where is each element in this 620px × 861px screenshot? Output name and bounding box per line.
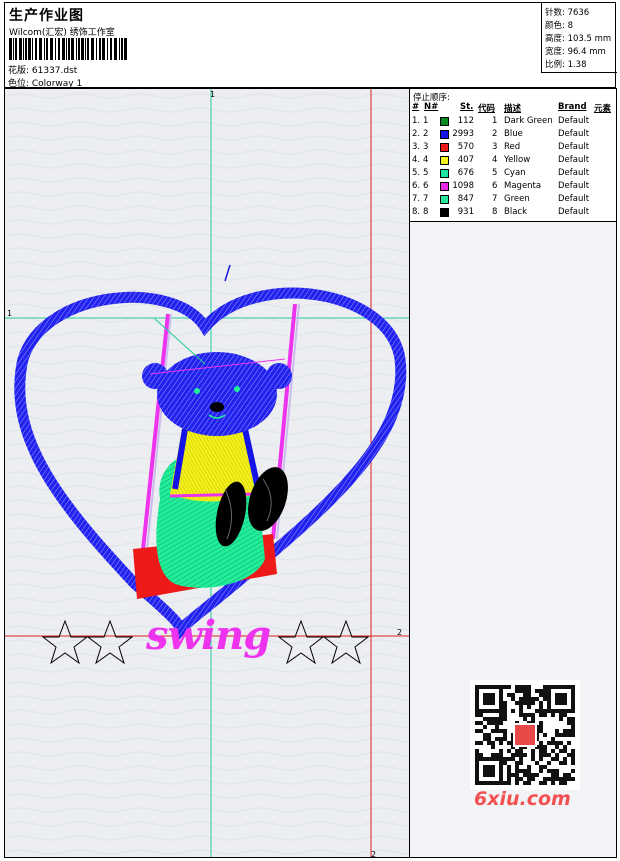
row-desc: Dark Green [504, 116, 553, 126]
guide-label-top: 1 [210, 90, 215, 99]
row-desc: Blue [504, 129, 523, 139]
table-row[interactable]: 3. 3 570 3 Red Default [410, 142, 618, 155]
table-row[interactable]: 4. 4 407 4 Yellow Default [410, 155, 618, 168]
col-header-num: # [412, 102, 420, 112]
row-num: 1. [412, 116, 421, 126]
stat-scale: 比例: 1.38 [545, 60, 587, 70]
table-row[interactable]: 8. 8 931 8 Black Default [410, 207, 618, 220]
row-desc: Green [504, 194, 530, 204]
studio-subtitle: Wilcom(汇宏) 绣饰工作室 [9, 28, 115, 38]
color-swatch [440, 156, 449, 165]
row-brand: Default [558, 207, 590, 217]
row-code: 6 [492, 181, 498, 191]
color-swatch [440, 117, 449, 126]
stat-stitches: 针数: 7636 [545, 8, 590, 18]
row-stitches: 2993 [452, 129, 474, 139]
stats-divider [541, 3, 542, 73]
watermark-logo: 6xiu.com [474, 788, 571, 810]
row-code: 3 [492, 142, 498, 152]
page-title: 生产作业图 [9, 8, 84, 24]
guide-label-bottom: 2 [371, 850, 376, 858]
row-code: 5 [492, 168, 498, 178]
row-brand: Default [558, 129, 590, 139]
row-stop: 7 [423, 194, 429, 204]
row-code: 2 [492, 129, 498, 139]
row-stop: 2 [423, 129, 429, 139]
col-header-st: St. [460, 102, 474, 112]
row-stitches: 676 [457, 168, 474, 178]
col-header-no: N# [424, 102, 439, 112]
row-num: 2. [412, 129, 421, 139]
row-brand: Default [558, 116, 590, 126]
col-header-brand: Brand [558, 102, 587, 112]
qr-code-icon [470, 680, 580, 790]
row-stop: 6 [423, 181, 429, 191]
guide-label-right: 2 [397, 628, 402, 637]
table-row[interactable]: 7. 7 847 7 Green Default [410, 194, 618, 207]
header-panel: 生产作业图 Wilcom(汇宏) 绣饰工作室 花版: 61337.dst 色位:… [4, 2, 617, 89]
row-code: 7 [492, 194, 498, 204]
row-stitches: 847 [457, 194, 474, 204]
design-preview[interactable]: 1 1 2 2 [4, 88, 410, 858]
row-brand: Default [558, 155, 590, 165]
color-swatch [440, 169, 449, 178]
row-code: 4 [492, 155, 498, 165]
row-desc: Yellow [504, 155, 531, 165]
row-stop: 4 [423, 155, 429, 165]
row-num: 5. [412, 168, 421, 178]
color-swatch [440, 130, 449, 139]
row-brand: Default [558, 181, 590, 191]
row-code: 1 [492, 116, 498, 126]
row-brand: Default [558, 142, 590, 152]
row-num: 6. [412, 181, 421, 191]
barcode-icon [9, 38, 127, 60]
row-stop: 1 [423, 116, 429, 126]
swing-text: swing [146, 612, 271, 659]
guide-label-left: 1 [7, 309, 12, 318]
table-row[interactable]: 6. 6 1098 6 Magenta Default [410, 181, 618, 194]
stat-height: 高度: 103.5 mm [545, 34, 612, 44]
row-stop: 3 [423, 142, 429, 152]
stats-bottom-line [541, 72, 617, 73]
row-stitches: 407 [457, 155, 474, 165]
row-stitches: 570 [457, 142, 474, 152]
row-brand: Default [558, 194, 590, 204]
row-num: 3. [412, 142, 421, 152]
row-brand: Default [558, 168, 590, 178]
row-num: 4. [412, 155, 421, 165]
stat-colors: 颜色: 8 [545, 21, 573, 31]
color-swatch [440, 208, 449, 217]
embroidery-drawing: 1 1 2 2 [5, 89, 409, 858]
row-desc: Magenta [504, 181, 542, 191]
row-stitches: 112 [457, 116, 474, 126]
table-row[interactable]: 5. 5 676 5 Cyan Default [410, 168, 618, 181]
row-desc: Red [504, 142, 521, 152]
color-sequence-panel: 停止顺序: # N# St. 代码 描述 Brand 元素 1. 1 112 1 Dar… [409, 88, 617, 222]
color-swatch [440, 182, 449, 191]
row-desc: Cyan [504, 168, 526, 178]
row-desc: Black [504, 207, 527, 217]
row-num: 7. [412, 194, 421, 204]
row-stitches: 1098 [452, 181, 474, 191]
row-code: 8 [492, 207, 498, 217]
table-row[interactable]: 1. 1 112 1 Dark Green Default [410, 116, 618, 129]
color-swatch [440, 143, 449, 152]
row-num: 8. [412, 207, 421, 217]
design-file-label: 花版: 61337.dst [8, 66, 78, 76]
color-swatch [440, 195, 449, 204]
bear-head [157, 352, 277, 436]
stat-width: 宽度: 96.4 mm [545, 47, 606, 57]
row-stitches: 931 [457, 207, 474, 217]
row-stop: 5 [423, 168, 429, 178]
row-stop: 8 [423, 207, 429, 217]
col-header-desc: 描述 [504, 104, 522, 114]
col-header-elem: 元素 [594, 104, 612, 114]
col-header-code: 代码 [478, 104, 496, 114]
table-row[interactable]: 2. 2 2993 2 Blue Default [410, 129, 618, 142]
